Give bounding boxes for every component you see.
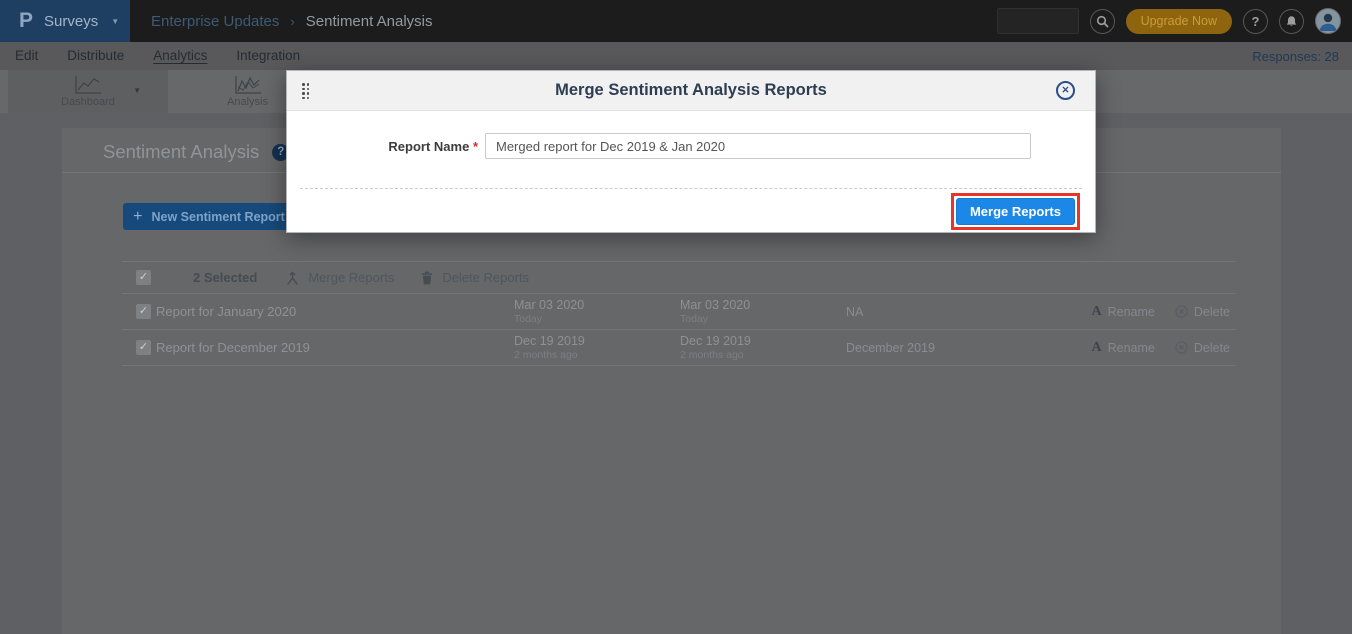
- card-header: Sentiment Analysis ?: [103, 141, 289, 163]
- dialog-header: Merge Sentiment Analysis Reports ✕: [287, 71, 1095, 111]
- upgrade-now-label: Upgrade Now: [1141, 14, 1217, 28]
- rename-label: Rename: [1108, 305, 1155, 319]
- report-name-input[interactable]: [485, 133, 1031, 159]
- selected-count: 2 Selected: [193, 270, 257, 285]
- report-name[interactable]: Report for December 2019: [156, 340, 514, 355]
- created-relative: Today: [514, 313, 680, 327]
- created-date: Dec 19 2019: [514, 333, 680, 349]
- modified-relative: 2 months ago: [680, 349, 846, 363]
- created-date-cell: Dec 19 2019 2 months ago: [514, 333, 680, 363]
- help-button[interactable]: ?: [1243, 9, 1268, 34]
- circle-x-icon: [1175, 341, 1188, 354]
- merge-icon: [286, 271, 299, 285]
- bell-icon: [1285, 15, 1298, 28]
- dialog-footer: Merge Reports: [287, 189, 1095, 234]
- responses-count: Responses: 28: [1252, 49, 1339, 64]
- user-avatar[interactable]: [1315, 8, 1341, 34]
- top-bar: P Surveys ▼ Enterprise Updates › Sentime…: [0, 0, 1352, 42]
- question-mark-icon: ?: [1252, 14, 1260, 29]
- tab-dashboard[interactable]: Dashboard ▼: [8, 70, 168, 113]
- circle-x-icon: [1175, 305, 1188, 318]
- rename-action[interactable]: A Rename: [1091, 304, 1154, 320]
- modified-date: Dec 19 2019: [680, 333, 846, 349]
- upgrade-now-button[interactable]: Upgrade Now: [1126, 9, 1232, 34]
- product-switcher[interactable]: P Surveys ▼: [0, 0, 130, 42]
- report-name[interactable]: Report for January 2020: [156, 304, 514, 319]
- table-row[interactable]: ✓ Report for January 2020 Mar 03 2020 To…: [122, 294, 1236, 330]
- delete-label: Delete: [1194, 341, 1230, 355]
- questionpro-app: P Surveys ▼ Enterprise Updates › Sentime…: [0, 0, 1352, 634]
- nav-item-analytics[interactable]: Analytics: [153, 48, 207, 64]
- annotation-highlight-box: Merge Reports: [951, 193, 1080, 230]
- chevron-down-icon: ▼: [111, 17, 119, 26]
- tab-analysis-label: Analysis: [227, 96, 268, 108]
- rename-icon: A: [1091, 340, 1101, 356]
- breadcrumb: Enterprise Updates › Sentiment Analysis: [151, 13, 432, 30]
- person-icon: [1316, 9, 1340, 33]
- created-date: Mar 03 2020: [514, 297, 680, 313]
- row-actions: A Rename Delete: [1091, 340, 1230, 356]
- new-sentiment-report-button[interactable]: + New Sentiment Report: [123, 203, 295, 230]
- created-date-cell: Mar 03 2020 Today: [514, 297, 680, 327]
- product-name: Surveys: [44, 13, 98, 30]
- modified-date-cell: Mar 03 2020 Today: [680, 297, 846, 327]
- select-all-checkbox[interactable]: ✓: [136, 270, 151, 285]
- report-name-label: Report Name *: [287, 139, 478, 154]
- merge-reports-dialog: Merge Sentiment Analysis Reports ✕ Repor…: [286, 70, 1096, 233]
- dialog-title: Merge Sentiment Analysis Reports: [555, 81, 827, 100]
- search-input[interactable]: [997, 8, 1079, 34]
- merge-reports-action[interactable]: Merge Reports: [286, 270, 394, 285]
- page-title: Sentiment Analysis: [103, 141, 259, 163]
- row-actions: A Rename Delete: [1091, 304, 1230, 320]
- dialog-body: Report Name *: [287, 111, 1095, 188]
- reports-table: ✓ 2 Selected Merge Reports: [122, 261, 1236, 366]
- nav-item-edit[interactable]: Edit: [15, 48, 38, 64]
- nav-item-integration[interactable]: Integration: [236, 48, 300, 64]
- delete-reports-action[interactable]: Delete Reports: [421, 270, 529, 285]
- breadcrumb-current: Sentiment Analysis: [306, 13, 433, 30]
- rename-label: Rename: [1108, 341, 1155, 355]
- selection-action-bar: ✓ 2 Selected Merge Reports: [122, 261, 1236, 294]
- row-checkbox[interactable]: ✓: [136, 340, 151, 355]
- search-icon: [1096, 15, 1109, 28]
- line-chart-icon: [73, 75, 103, 95]
- delete-label: Delete: [1194, 305, 1230, 319]
- table-row[interactable]: ✓ Report for December 2019 Dec 19 2019 2…: [122, 330, 1236, 366]
- chevron-down-icon[interactable]: ▼: [133, 86, 141, 95]
- merge-reports-action-label: Merge Reports: [308, 270, 394, 285]
- report-period: NA: [846, 305, 1091, 319]
- modified-date: Mar 03 2020: [680, 297, 846, 313]
- modified-relative: Today: [680, 313, 846, 327]
- created-relative: 2 months ago: [514, 349, 680, 363]
- delete-action[interactable]: Delete: [1175, 341, 1230, 355]
- merge-reports-submit-button[interactable]: Merge Reports: [956, 198, 1075, 225]
- report-name-field-row: Report Name *: [287, 133, 1095, 159]
- required-marker: *: [473, 139, 478, 154]
- tab-dashboard-label: Dashboard: [61, 96, 115, 108]
- questionpro-logo-icon: P: [19, 9, 33, 33]
- breadcrumb-separator: ›: [290, 14, 294, 29]
- survey-nav: Edit Distribute Analytics Integration Re…: [0, 42, 1352, 70]
- plus-icon: +: [133, 208, 142, 226]
- report-period: December 2019: [846, 341, 1091, 355]
- trash-icon: [421, 271, 433, 285]
- delete-action[interactable]: Delete: [1175, 305, 1230, 319]
- search-button[interactable]: [1090, 9, 1115, 34]
- breadcrumb-parent-link[interactable]: Enterprise Updates: [151, 13, 279, 30]
- delete-reports-action-label: Delete Reports: [442, 270, 529, 285]
- top-bar-actions: Upgrade Now ?: [997, 8, 1352, 34]
- rename-action[interactable]: A Rename: [1091, 340, 1154, 356]
- new-sentiment-report-label: New Sentiment Report: [151, 210, 284, 224]
- analysis-chart-icon: [233, 75, 263, 95]
- modified-date-cell: Dec 19 2019 2 months ago: [680, 333, 846, 363]
- notifications-button[interactable]: [1279, 9, 1304, 34]
- rename-icon: A: [1091, 304, 1101, 320]
- nav-item-distribute[interactable]: Distribute: [67, 48, 124, 64]
- drag-handle-icon[interactable]: [302, 83, 309, 99]
- close-icon[interactable]: ✕: [1056, 81, 1075, 100]
- row-checkbox[interactable]: ✓: [136, 304, 151, 319]
